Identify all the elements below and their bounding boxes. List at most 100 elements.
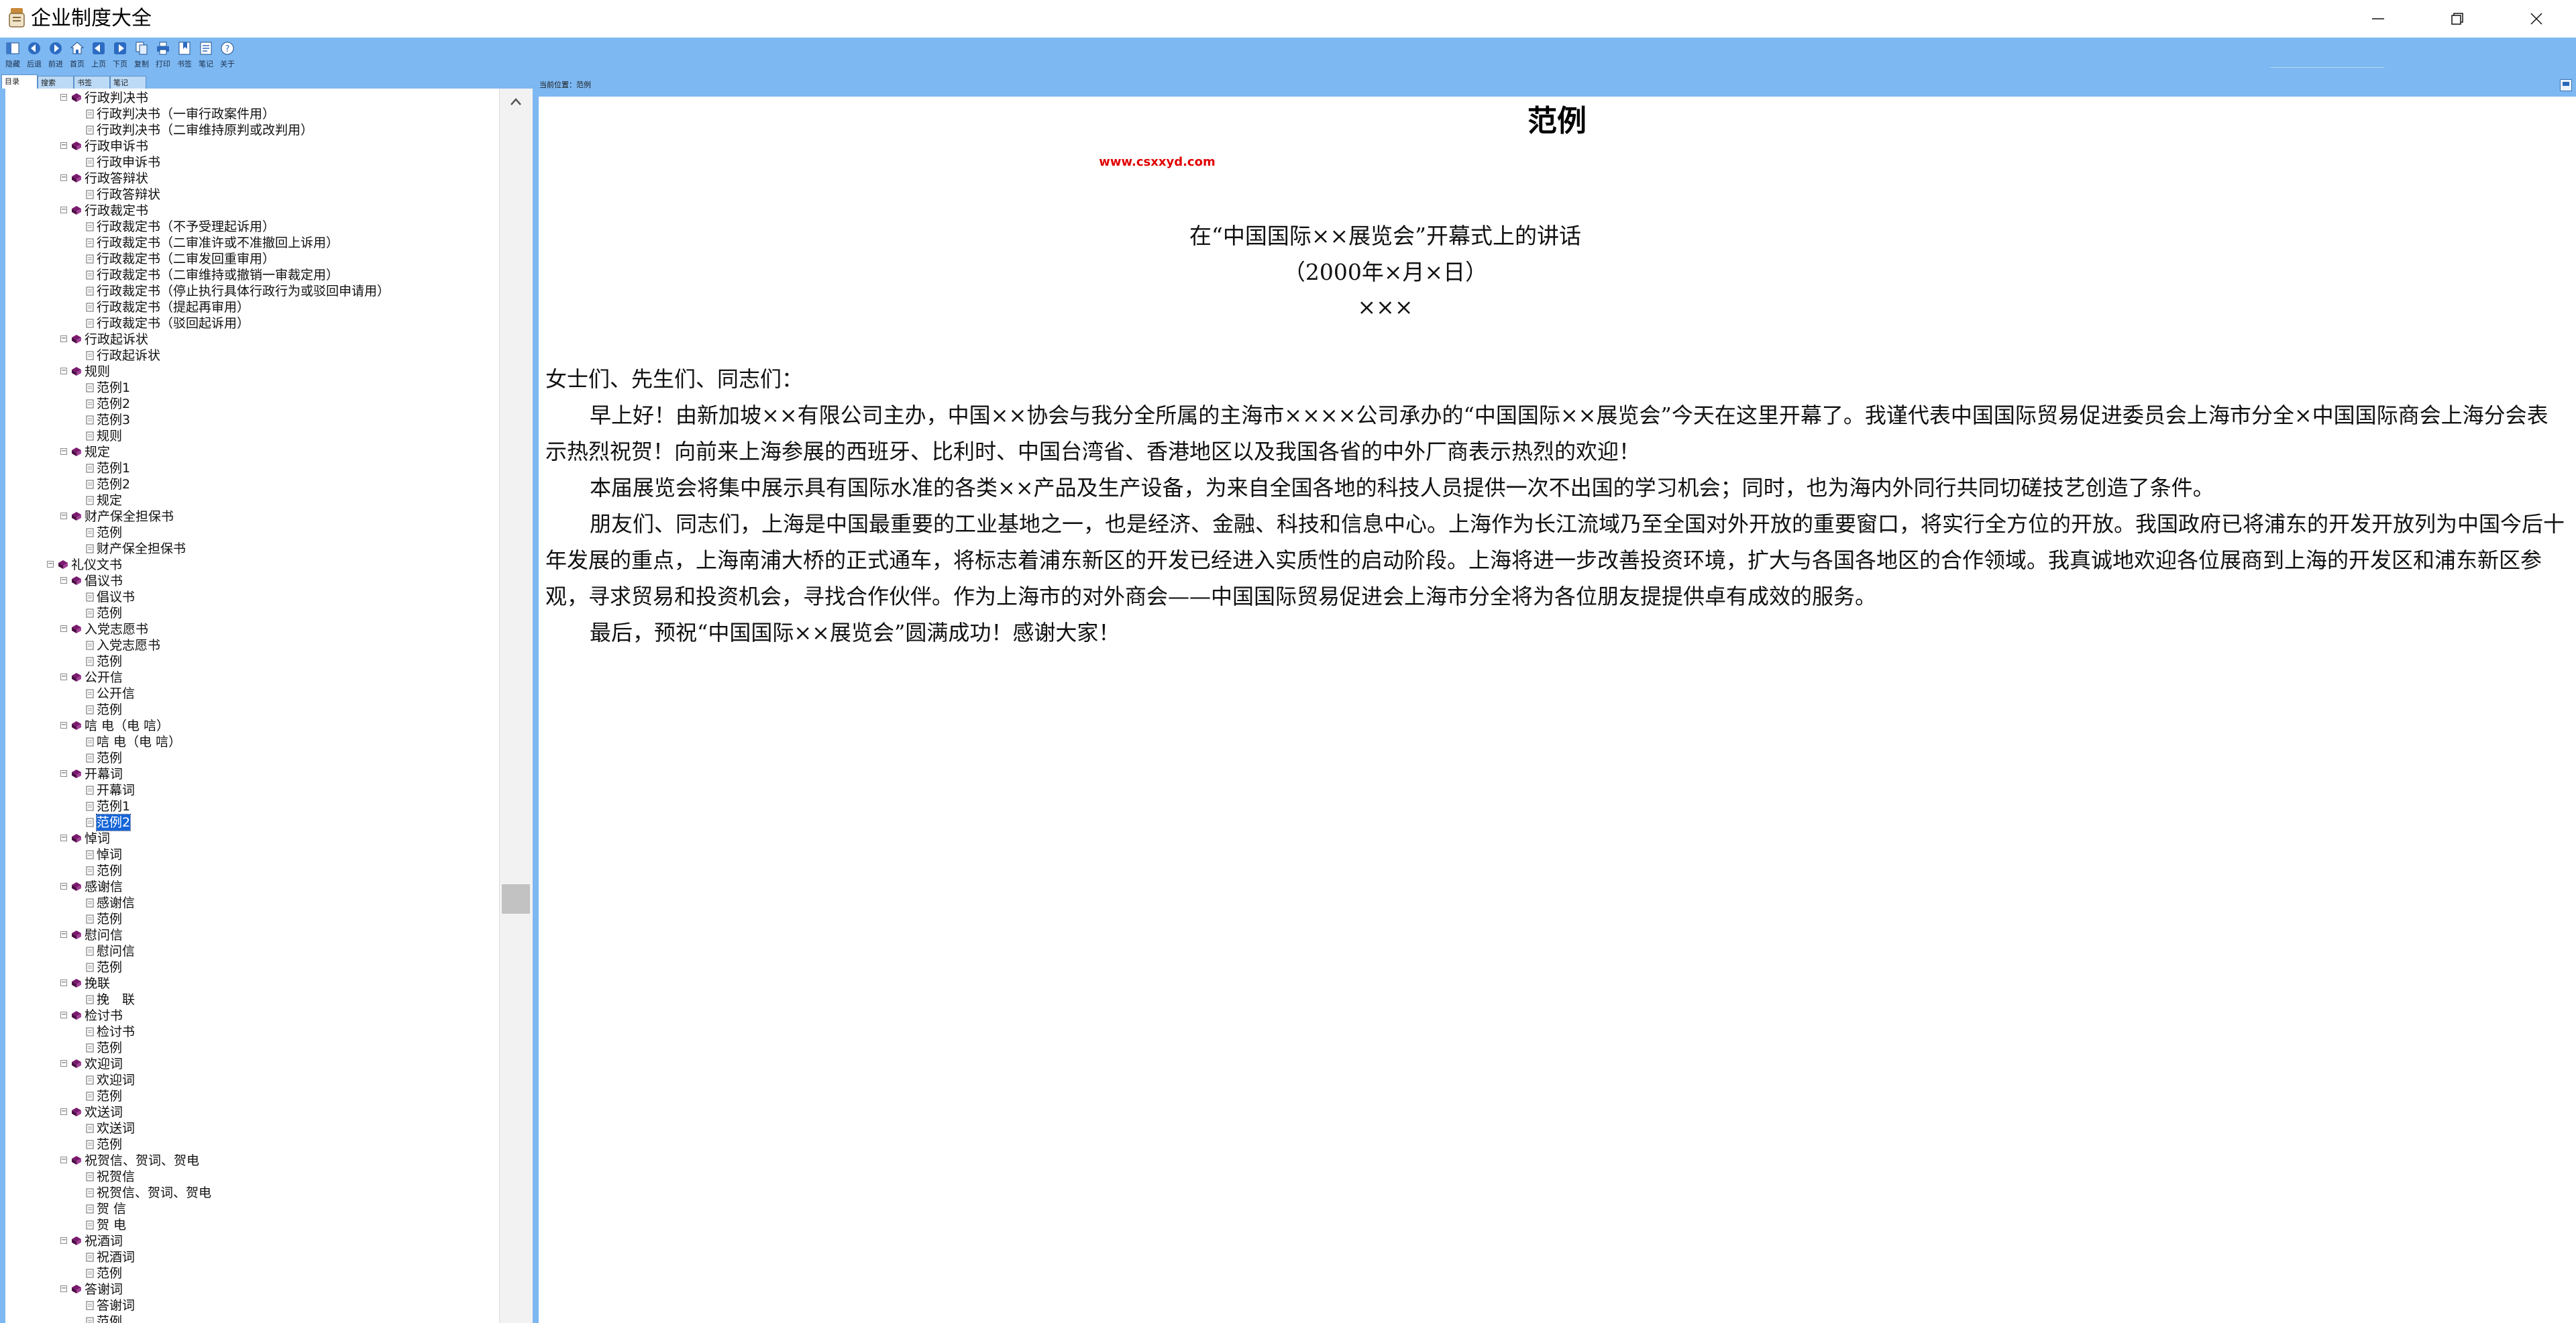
tree-leaf-node[interactable]: 范例 [5, 959, 502, 975]
tab-notes[interactable]: 笔记 [110, 76, 146, 89]
close-button[interactable] [2500, 0, 2573, 38]
tree-folder-node[interactable]: − 祝贺信、贺词、贺电 [5, 1153, 502, 1169]
tree-leaf-node[interactable]: 范例 [5, 863, 502, 879]
scrollbar-thumb[interactable] [502, 884, 530, 914]
tree-leaf-node[interactable]: 行政判决书（一审行政案件用） [5, 106, 502, 122]
collapse-toggle-icon[interactable]: − [60, 513, 67, 519]
tree-leaf-node[interactable]: 范例1 [5, 798, 502, 814]
print-button[interactable]: 打印 [153, 40, 173, 72]
collapse-toggle-icon[interactable]: − [60, 883, 67, 890]
tree-leaf-node[interactable]: 唁 电（电 唁） [5, 734, 502, 750]
tree-folder-node[interactable]: − 公开信 [5, 670, 502, 686]
collapse-toggle-icon[interactable]: − [60, 448, 67, 455]
tree-folder-node[interactable]: − 祝酒词 [5, 1233, 502, 1249]
home-button[interactable]: 首页 [67, 40, 87, 72]
tree-leaf-node[interactable]: 范例 [5, 750, 502, 766]
tree-leaf-node[interactable]: 倡议书 [5, 589, 502, 605]
tree-leaf-node[interactable]: 行政答辩状 [5, 187, 502, 203]
tree-leaf-node[interactable]: 公开信 [5, 686, 502, 702]
collapse-toggle-icon[interactable]: − [60, 1012, 67, 1018]
tree-leaf-node[interactable]: 范例 [5, 911, 502, 927]
collapse-toggle-icon[interactable]: − [60, 94, 67, 101]
tree-leaf-node[interactable]: 规定 [5, 492, 502, 509]
tree-leaf-node[interactable]: 欢送词 [5, 1120, 502, 1136]
tree-folder-node[interactable]: − 慰问信 [5, 927, 502, 943]
tree-folder-node[interactable]: − 开幕词 [5, 766, 502, 782]
bookmark-button[interactable]: 书签 [174, 40, 195, 72]
collapse-toggle-icon[interactable]: − [60, 980, 67, 986]
notes-button[interactable]: 笔记 [196, 40, 216, 72]
tree-leaf-node[interactable]: 范例 [5, 1088, 502, 1104]
tree-folder-node[interactable]: − 礼仪文书 [5, 557, 502, 573]
tree-leaf-node[interactable]: 范例 [5, 525, 502, 541]
tree-folder-node[interactable]: − 行政裁定书 [5, 203, 502, 219]
collapse-toggle-icon[interactable]: − [60, 1157, 67, 1163]
tree-leaf-node[interactable]: 检讨书 [5, 1024, 502, 1040]
tree-folder-node[interactable]: − 行政起诉状 [5, 331, 502, 348]
hide-button[interactable]: 隐藏 [3, 40, 23, 72]
tree-leaf-node[interactable]: 行政判决书（二审维持原判或改判用） [5, 122, 502, 138]
tree-leaf-node[interactable]: 范例 [5, 1040, 502, 1056]
minimize-button[interactable] [2341, 0, 2415, 38]
tree-leaf-node[interactable]: 行政申诉书 [5, 154, 502, 170]
tree-leaf-node[interactable]: 祝贺信、贺词、贺电 [5, 1185, 502, 1201]
tree-leaf-node[interactable]: 范例 [5, 1314, 502, 1323]
tree-leaf-node[interactable]: 贺 电 [5, 1217, 502, 1233]
tree-leaf-node[interactable]: 规则 [5, 428, 502, 444]
tree-folder-node[interactable]: − 欢送词 [5, 1104, 502, 1120]
tree-leaf-node[interactable]: 范例 [5, 653, 502, 670]
scroll-up-arrow-icon[interactable] [508, 94, 524, 110]
tree-leaf-node[interactable]: 贺 信 [5, 1201, 502, 1217]
tree-leaf-node[interactable]: 范例2 [5, 476, 502, 492]
tree-leaf-node[interactable]: 开幕词 [5, 782, 502, 798]
collapse-toggle-icon[interactable]: − [47, 561, 54, 568]
collapse-toggle-icon[interactable]: − [60, 1060, 67, 1067]
tree-leaf-node[interactable]: 范例3 [5, 412, 502, 428]
tree-folder-node[interactable]: − 感谢信 [5, 879, 502, 895]
tab-search[interactable]: 搜索 [38, 76, 74, 89]
collapse-toggle-icon[interactable]: − [60, 142, 67, 149]
toolbar-search-field[interactable] [2270, 62, 2384, 68]
collapse-toggle-icon[interactable]: − [60, 1285, 67, 1292]
tree-leaf-node[interactable]: 行政起诉状 [5, 348, 502, 364]
tree-folder-node[interactable]: − 倡议书 [5, 573, 502, 589]
tree-leaf-node[interactable]: 范例 [5, 702, 502, 718]
collapse-toggle-icon[interactable]: − [60, 1108, 67, 1115]
tree-folder-node[interactable]: − 欢迎词 [5, 1056, 502, 1072]
tree-leaf-node[interactable]: 悼词 [5, 847, 502, 863]
collapse-toggle-icon[interactable]: − [60, 835, 67, 841]
tree-leaf-node[interactable]: 入党志愿书 [5, 637, 502, 653]
tree-leaf-node[interactable]: 范例1 [5, 380, 502, 396]
tree-leaf-node[interactable]: 慰问信 [5, 943, 502, 959]
next-page-button[interactable]: 下页 [110, 40, 130, 72]
copy-button[interactable]: 复制 [131, 40, 152, 72]
tree-leaf-node[interactable]: 范例 [5, 605, 502, 621]
back-button[interactable]: 后退 [24, 40, 44, 72]
site-url[interactable]: www.csxxyd.com [539, 154, 1776, 170]
collapse-toggle-icon[interactable]: − [60, 335, 67, 342]
collapse-toggle-icon[interactable]: − [60, 577, 67, 584]
collapse-toggle-icon[interactable]: − [60, 1237, 67, 1244]
tab-bookmarks[interactable]: 书签 [74, 76, 110, 89]
restore-button[interactable] [2420, 0, 2494, 38]
tree-leaf-node[interactable]: 欢迎词 [5, 1072, 502, 1088]
collapse-toggle-icon[interactable]: − [60, 368, 67, 374]
collapse-toggle-icon[interactable]: − [60, 770, 67, 777]
tree-leaf-node[interactable]: 范例2 [5, 814, 502, 831]
tree-folder-node[interactable]: − 规定 [5, 444, 502, 460]
tree-leaf-node[interactable]: 答谢词 [5, 1298, 502, 1314]
about-button[interactable]: ? 关于 [217, 40, 237, 72]
forward-button[interactable]: 前进 [46, 40, 66, 72]
tree-folder-node[interactable]: − 唁 电（电 唁） [5, 718, 502, 734]
collapse-toggle-icon[interactable]: − [60, 207, 67, 213]
tree-leaf-node[interactable]: 挽 联 [5, 992, 502, 1008]
collapse-toggle-icon[interactable]: − [60, 625, 67, 632]
maximize-pane-icon[interactable] [2560, 79, 2572, 91]
collapse-toggle-icon[interactable]: − [60, 931, 67, 938]
prev-page-button[interactable]: 上页 [89, 40, 109, 72]
tree-leaf-node[interactable]: 范例 [5, 1136, 502, 1153]
tree-leaf-node[interactable]: 财产保全担保书 [5, 541, 502, 557]
tree-folder-node[interactable]: − 行政答辩状 [5, 170, 502, 187]
tree-leaf-node[interactable]: 祝酒词 [5, 1249, 502, 1265]
collapse-toggle-icon[interactable]: − [60, 722, 67, 729]
